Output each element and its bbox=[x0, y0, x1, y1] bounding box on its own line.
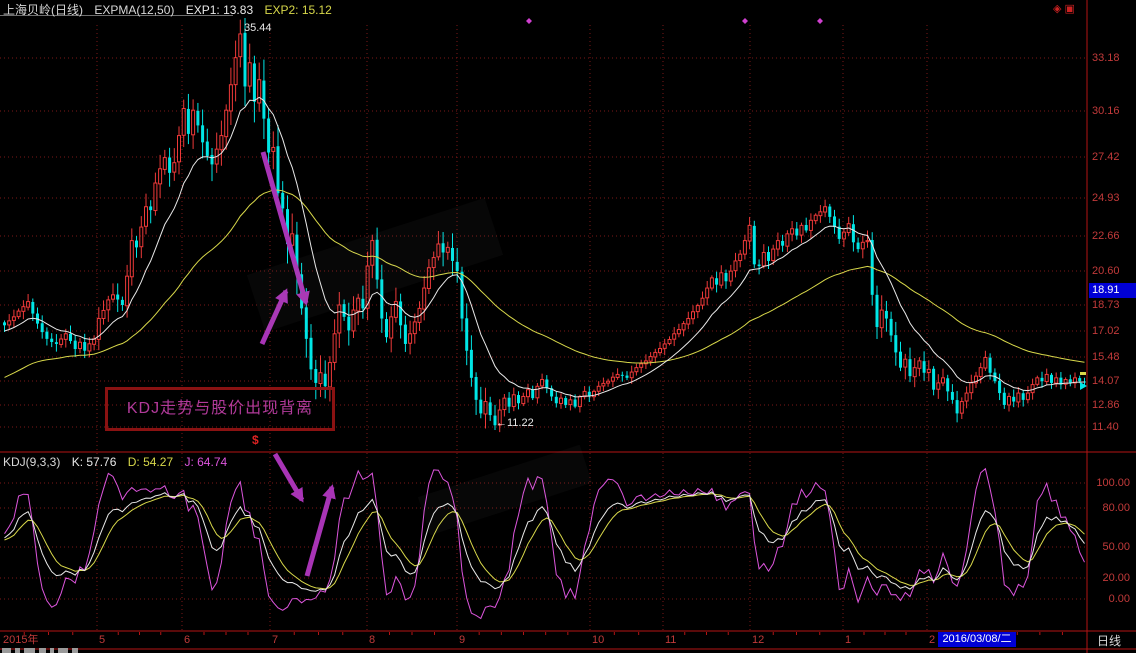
price-axis-label: 15.48 bbox=[1092, 351, 1120, 363]
exp1-line bbox=[5, 97, 1085, 397]
exp2-axis-tick bbox=[1080, 372, 1086, 375]
price-axis-label: 20.60 bbox=[1092, 265, 1120, 277]
kdj-j-value: J: 64.74 bbox=[184, 455, 227, 469]
month-axis-label: 1 bbox=[845, 634, 851, 646]
price-chart-canvas: 33.18 30.16 27.42 24.93 22.66 20.60 18.73 17.02… bbox=[0, 0, 1136, 653]
gridlines-layer bbox=[0, 25, 1087, 630]
annotations-layer bbox=[262, 18, 1087, 576]
divergence-annotation: KDJ走势与股价出现背离 bbox=[105, 387, 335, 431]
kdj-rise-arrow bbox=[307, 487, 332, 576]
period-label[interactable]: 日线 bbox=[1097, 632, 1121, 649]
price-axis-label: 14.07 bbox=[1092, 375, 1120, 387]
kdj-axis-label: 100.00 bbox=[1096, 477, 1130, 489]
month-axis-label: 11 bbox=[665, 634, 676, 646]
month-axis-label: 9 bbox=[459, 634, 465, 646]
price-axis-label: 24.93 bbox=[1092, 192, 1120, 204]
kdj-k-line bbox=[5, 492, 1085, 591]
month-axis-label: 7 bbox=[272, 634, 278, 646]
event-marker-icon bbox=[817, 18, 823, 24]
price-axis-label: 18.73 bbox=[1092, 299, 1120, 311]
event-marker-icon bbox=[742, 18, 748, 24]
exp1-value-label: EXP1: 13.83 bbox=[186, 3, 253, 17]
cropped-toolbar-text bbox=[2, 648, 78, 653]
month-axis-label: 2015年 bbox=[3, 632, 38, 646]
month-axis-label: 10 bbox=[592, 634, 604, 646]
kdj-axis-label: 80.00 bbox=[1102, 502, 1130, 514]
month-axis-label: 12 bbox=[752, 634, 764, 646]
price-axis-label: 27.42 bbox=[1092, 151, 1120, 163]
last-price-arrow-icon bbox=[1080, 382, 1087, 390]
kdj-axis-label: 50.00 bbox=[1102, 541, 1130, 553]
trading-app-window: 33.18 30.16 27.42 24.93 22.66 20.60 18.73 17.02… bbox=[0, 0, 1136, 653]
kdj-indicator-label: KDJ(9,3,3) bbox=[3, 455, 60, 469]
price-axis-label: 11.40 bbox=[1092, 421, 1119, 433]
indicator-lines-layer bbox=[5, 97, 1085, 618]
price-axis-label: 30.16 bbox=[1092, 105, 1120, 117]
kdj-k-value: K: 57.76 bbox=[72, 455, 117, 469]
exp2-value-label: EXP2: 15.12 bbox=[264, 3, 331, 17]
kdj-axis-label: 20.00 bbox=[1102, 572, 1130, 584]
month-axis-label: 5 bbox=[99, 634, 105, 646]
price-axis-label: 12.86 bbox=[1092, 399, 1120, 411]
window-controls: ◈▣ bbox=[1053, 2, 1078, 15]
window-icon[interactable]: ▣ bbox=[1064, 3, 1077, 15]
kdj-fall-arrow bbox=[275, 454, 302, 500]
kdj-axis-label: 0.00 bbox=[1109, 593, 1130, 605]
price-axis-label: 33.18 bbox=[1092, 52, 1120, 64]
pattern-icon[interactable]: ◈ bbox=[1053, 3, 1064, 15]
price-axis-label: 17.02 bbox=[1092, 325, 1120, 337]
cursor-price-highlight: 18.91 bbox=[1089, 283, 1136, 298]
indicator-label: EXPMA(12,50) bbox=[94, 3, 174, 17]
month-axis-label: 6 bbox=[184, 634, 190, 646]
price-axis-label: 22.66 bbox=[1092, 230, 1120, 242]
date-highlight: 2016/03/08/二 bbox=[938, 632, 1016, 647]
month-axis-label: 8 bbox=[369, 634, 375, 646]
chart-header: 上海贝岭(日线) EXPMA(12,50) EXP1: 13.83 EXP2: … bbox=[3, 1, 340, 18]
event-marker-icon bbox=[526, 18, 532, 24]
dollar-marker: $ bbox=[252, 433, 259, 447]
stock-title: 上海贝岭(日线) bbox=[3, 3, 83, 17]
low-price-marker: ←11.22 bbox=[496, 417, 534, 429]
candles-layer bbox=[3, 18, 1086, 432]
kdj-header: KDJ(9,3,3) K: 57.76 D: 54.27 J: 64.74 bbox=[3, 455, 235, 469]
high-price-marker: 35.44 bbox=[244, 22, 272, 34]
kdj-d-value: D: 54.27 bbox=[128, 455, 173, 469]
exp2-line bbox=[5, 190, 1085, 377]
month-axis-label: 2 bbox=[929, 634, 935, 646]
